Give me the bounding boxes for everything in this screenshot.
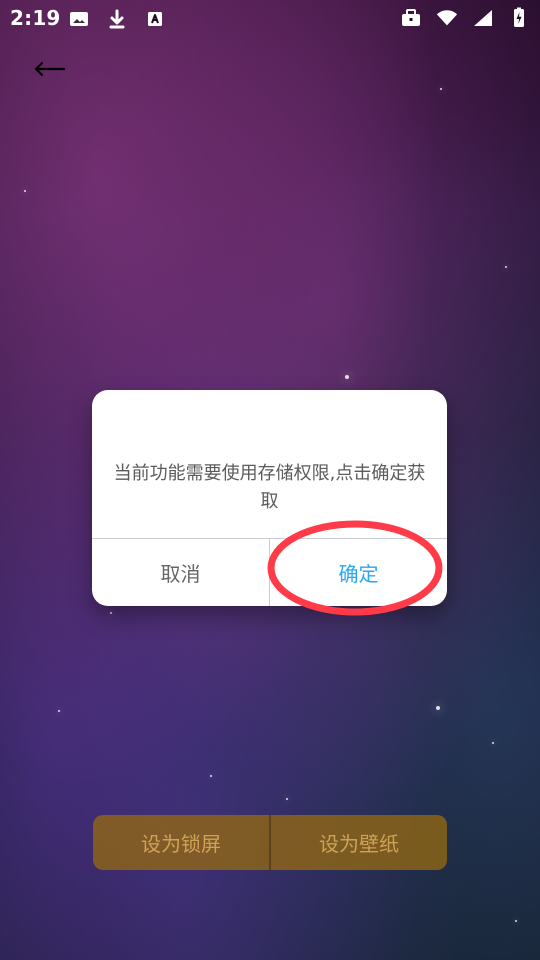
cancel-button[interactable]: 取消 xyxy=(92,539,269,606)
star xyxy=(515,920,517,922)
status-left-icons xyxy=(68,8,166,30)
set-lockscreen-button[interactable]: 设为锁屏 xyxy=(93,815,269,870)
star xyxy=(436,706,440,710)
dialog-message: 当前功能需要使用存储权限,点击确定获取 xyxy=(113,463,426,512)
star xyxy=(286,798,288,800)
star xyxy=(492,742,494,744)
back-button[interactable] xyxy=(28,54,68,84)
red-highlight-ellipse xyxy=(267,520,443,616)
set-wallpaper-button[interactable]: 设为壁纸 xyxy=(271,815,447,870)
briefcase-icon xyxy=(400,7,422,29)
star xyxy=(345,375,349,379)
download-icon xyxy=(106,8,128,30)
star xyxy=(110,612,112,614)
status-right-icons xyxy=(400,7,530,29)
signal-icon xyxy=(472,7,494,29)
star xyxy=(505,266,507,268)
battery-charging-icon xyxy=(508,7,530,29)
image-icon xyxy=(68,8,90,30)
star xyxy=(24,190,26,192)
bottom-action-bar: 设为锁屏 设为壁纸 xyxy=(93,815,447,870)
back-arrow-icon xyxy=(34,61,65,77)
star xyxy=(440,88,442,90)
star xyxy=(210,775,212,777)
star xyxy=(58,710,60,712)
status-time: 2:19 xyxy=(10,6,61,30)
wifi-icon xyxy=(436,7,458,29)
a-badge-icon xyxy=(144,8,166,30)
status-bar: 2:19 xyxy=(0,0,540,36)
